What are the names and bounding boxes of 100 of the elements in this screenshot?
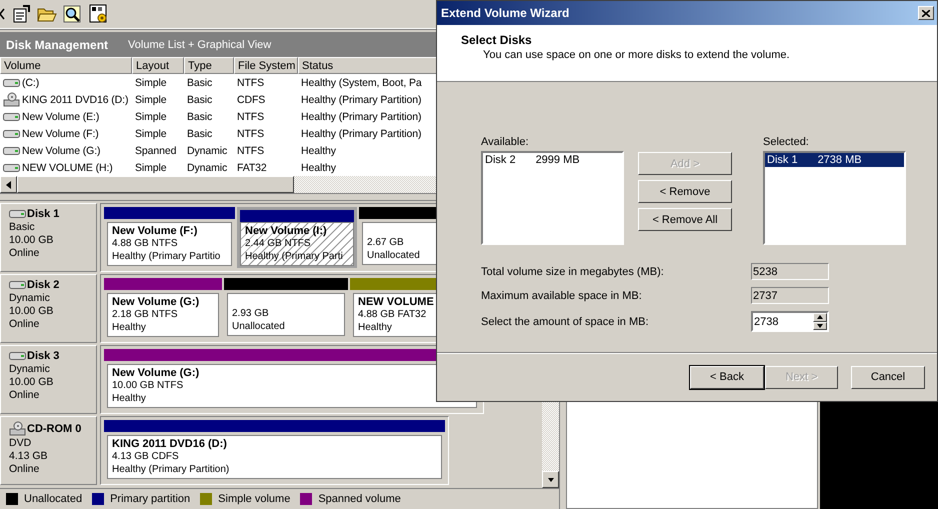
legend-label: Unallocated <box>24 493 82 505</box>
selected-list[interactable]: Disk 1 2738 MB <box>763 151 906 245</box>
hard-drive-icon <box>9 280 26 290</box>
wizard-heading: Select Disks <box>461 33 533 47</box>
partition-status: Unallocated <box>232 320 286 333</box>
readonly-field: 2737 <box>751 287 829 304</box>
column-header[interactable]: Layout <box>132 57 184 74</box>
partition-detail: 2.93 GB <box>232 307 270 320</box>
console-title: Disk Management <box>6 38 108 52</box>
disk-type: Dynamic <box>9 363 51 375</box>
partition-name: New Volume (I:) <box>245 225 328 237</box>
available-list[interactable]: Disk 2 2999 MB <box>481 151 624 245</box>
view-label: Volume List + Graphical View <box>128 38 272 50</box>
partition-detail: 2.67 GB <box>367 236 405 249</box>
move-button[interactable]: < Remove All <box>638 208 732 231</box>
partition-name: New Volume (G:) <box>112 367 200 379</box>
partition-name: New Volume (G:) <box>112 296 200 308</box>
partition-detail: 2.18 GB NTFS <box>112 308 179 321</box>
table-cell: New Volume (F:) <box>22 128 99 140</box>
partition[interactable]: New Volume (I:) 2.44 GB NTFS Healthy (Primary Parti <box>237 207 357 268</box>
disk-name: Disk 2 <box>27 279 60 291</box>
partition-detail: 10.00 GB NTFS <box>112 379 184 392</box>
disk-status: Online <box>9 463 40 475</box>
move-button[interactable]: < Remove <box>638 180 732 203</box>
partition-status: Healthy (Primary Parti <box>245 250 344 263</box>
list-item[interactable]: Disk 2 2999 MB <box>483 153 622 167</box>
table-cell-text: Dynamic <box>186 162 228 174</box>
selected-label: Selected: <box>763 136 810 148</box>
legend-label: Simple volume <box>218 493 290 505</box>
table-cell-text: Basic <box>186 128 214 140</box>
partition-detail: 4.13 GB CDFS <box>112 450 180 463</box>
table-cell: New Volume (G:) <box>22 144 100 156</box>
scroll-thumb[interactable] <box>17 176 294 193</box>
table-cell: (C:) <box>22 76 40 88</box>
partition-name: KING 2011 DVD16 (D:) <box>112 438 228 450</box>
hard-drive-icon <box>3 78 20 88</box>
search-icon[interactable] <box>63 4 83 24</box>
cd-drive-icon <box>9 421 26 436</box>
disk-size: 4.13 GB <box>9 450 49 462</box>
table-cell: NEW VOLUME (H:) <box>22 162 113 174</box>
disk-size: 10.00 GB <box>9 376 54 388</box>
partition-status: Healthy <box>112 321 147 334</box>
field-label: Total volume size in megabytes (MB): <box>481 266 665 278</box>
table-cell-text: Basic <box>186 76 214 88</box>
partition-status: Unallocated <box>367 249 421 262</box>
partition-name: NEW VOLUME <box>358 296 435 308</box>
disk-name: Disk 1 <box>27 208 60 220</box>
column-header[interactable]: File System <box>234 57 298 74</box>
hard-drive-icon <box>3 162 20 172</box>
wizard-button[interactable]: Cancel <box>851 366 925 388</box>
partition-detail: 4.88 GB NTFS <box>112 237 179 250</box>
available-label: Available: <box>481 136 530 148</box>
cd-drive-icon <box>3 92 20 107</box>
partition-status: Healthy (Primary Partition) <box>112 463 230 476</box>
table-cell: New Volume (E:) <box>22 110 100 122</box>
table-cell-text: Simple <box>134 162 168 174</box>
spin-up-button[interactable] <box>813 313 827 322</box>
disk-type: Basic <box>9 221 36 233</box>
column-header[interactable]: Type <box>184 57 234 74</box>
disk-name: CD-ROM 0 <box>27 422 82 434</box>
table-cell-text: Healthy (Primary Partition) <box>300 94 422 106</box>
disk-type: DVD <box>9 437 32 449</box>
table-cell-text: Simple <box>134 128 168 140</box>
table-cell-text: Healthy (Primary Partition) <box>300 128 422 140</box>
disk-status: Online <box>9 247 40 259</box>
wizard-button[interactable]: < Back <box>690 366 764 388</box>
partition-status: Healthy <box>112 392 147 405</box>
scroll-left-button[interactable] <box>0 176 17 193</box>
hard-drive-icon <box>3 128 20 138</box>
left-arrow-icon <box>6 180 11 188</box>
close-icon <box>922 10 930 16</box>
table-cell-text: Basic <box>186 110 214 122</box>
settings-icon[interactable] <box>89 4 109 24</box>
table-cell: KING 2011 DVD16 (D:) <box>22 94 128 106</box>
window-title: Extend Volume Wizard <box>441 6 570 20</box>
disk-type: Dynamic <box>9 292 51 304</box>
legend-label: Spanned volume <box>318 493 401 505</box>
down-arrow-icon <box>817 324 823 328</box>
column-header[interactable]: Volume <box>0 57 132 74</box>
table-cell-text: Simple <box>134 76 168 88</box>
legend-label: Primary partition <box>110 493 190 505</box>
hard-drive-icon <box>3 146 20 156</box>
partition-status: Healthy (Primary Partitio <box>112 250 222 263</box>
table-cell-text: Healthy (System, Boot, Pa <box>300 76 423 88</box>
hard-drive-icon <box>9 209 26 219</box>
table-cell-text: Healthy <box>300 144 337 156</box>
list-item[interactable]: Disk 1 2738 MB <box>765 153 904 167</box>
close-button[interactable] <box>918 6 934 20</box>
table-cell-text: Healthy <box>300 162 337 174</box>
table-cell-text: Basic <box>186 94 214 106</box>
table-cell-text: FAT32 <box>236 162 268 174</box>
disk-name: Disk 3 <box>27 350 60 362</box>
properties-icon[interactable] <box>11 4 31 24</box>
amount-spinner[interactable]: 2738 <box>751 311 829 332</box>
disk-size: 10.00 GB <box>9 305 54 317</box>
table-cell-text: Simple <box>134 94 168 106</box>
scroll-down-button[interactable] <box>542 471 559 488</box>
partition-detail: 4.88 GB FAT32 <box>358 308 428 321</box>
table-cell-text: NTFS <box>236 76 266 88</box>
table-cell-text: CDFS <box>236 94 266 106</box>
